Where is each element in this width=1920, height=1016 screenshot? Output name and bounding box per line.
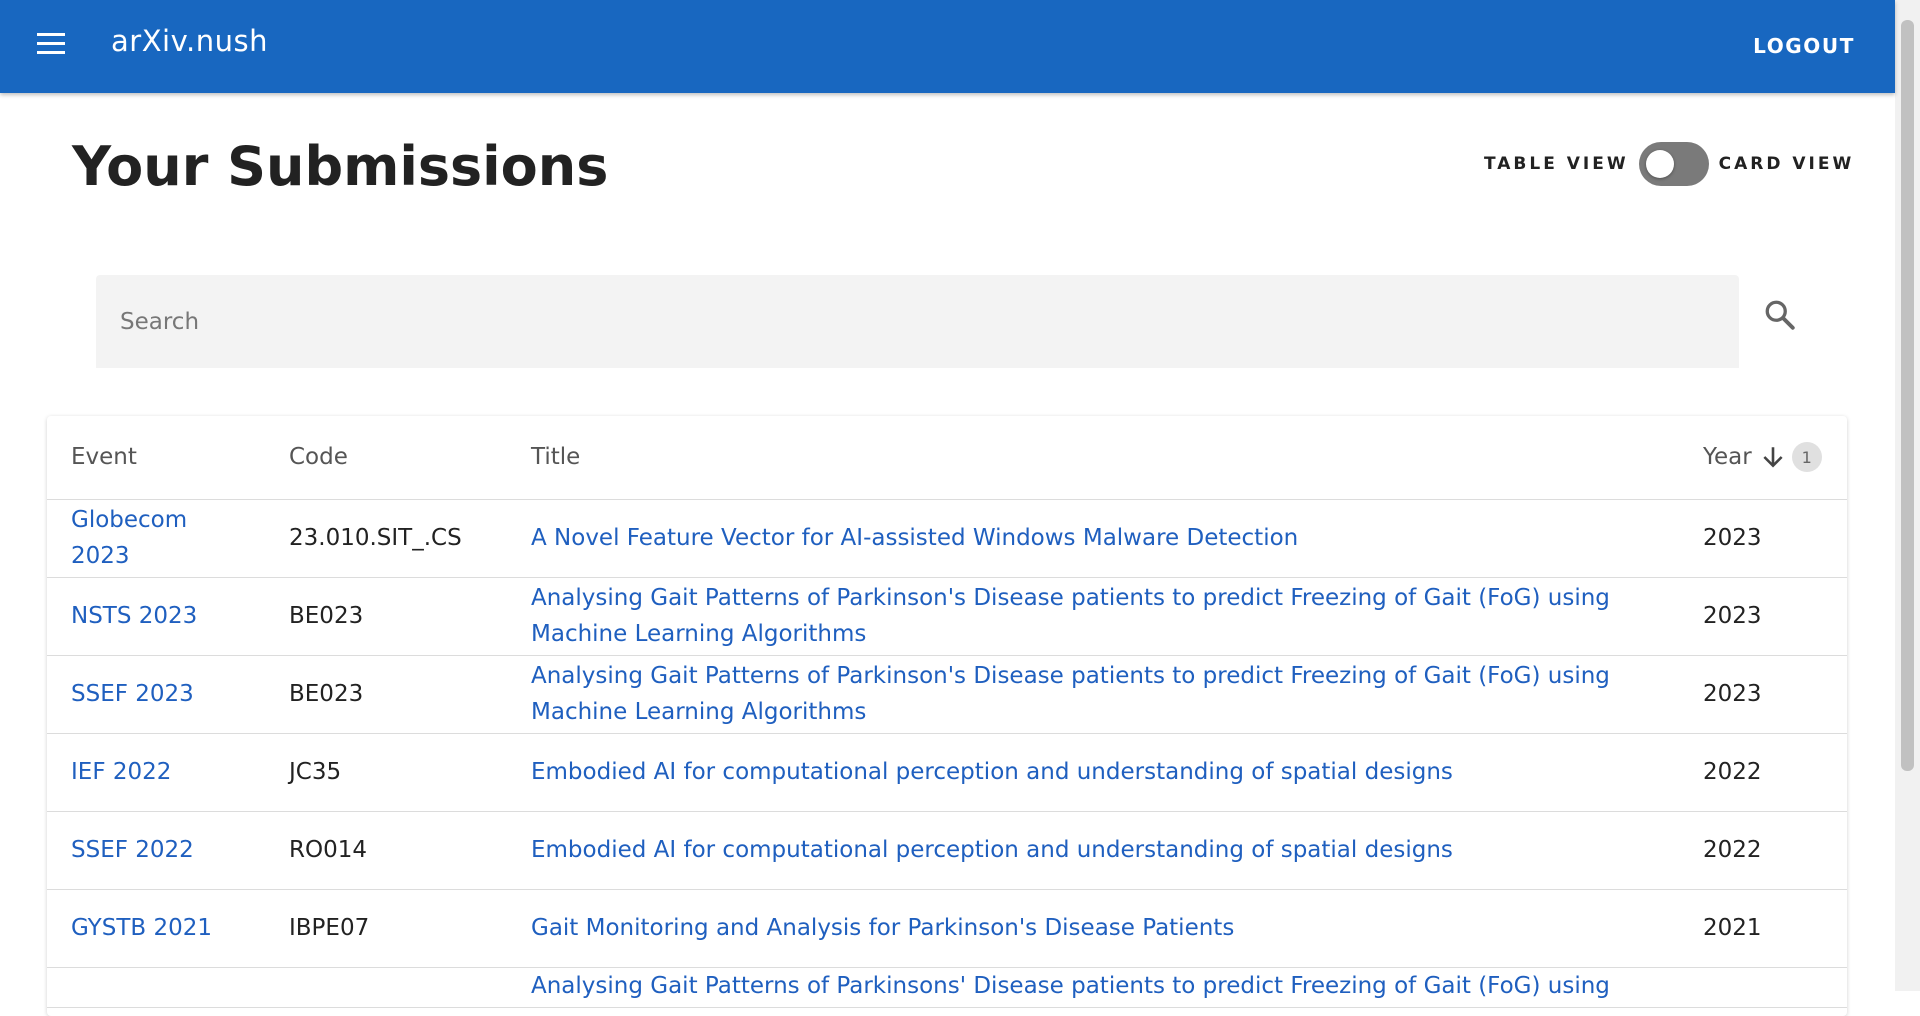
code-cell: BE023: [265, 577, 507, 656]
event-link[interactable]: GYSTB 2021: [71, 915, 212, 941]
table-row: IEF 2022 JC35 Embodied AI for computatio…: [47, 733, 1847, 812]
view-toggle: TABLE VIEW CARD VIEW: [1484, 142, 1854, 186]
title-link[interactable]: Analysing Gait Patterns of Parkinson's D…: [531, 663, 1610, 725]
view-switch[interactable]: [1638, 142, 1709, 186]
header-title[interactable]: Title: [507, 416, 1679, 500]
title-cell: Analysing Gait Patterns of Parkinson's D…: [507, 577, 1679, 656]
year-cell: 2022: [1679, 733, 1847, 812]
header-code[interactable]: Code: [265, 416, 507, 500]
table-row: SSEF 2023 BE023 Analysing Gait Patterns …: [47, 655, 1847, 734]
title-link[interactable]: A Novel Feature Vector for AI-assisted W…: [531, 525, 1298, 551]
table-view-label: TABLE VIEW: [1484, 154, 1629, 174]
event-cell: IEF 2022: [47, 733, 265, 812]
event-link[interactable]: SSEF 2023: [71, 681, 194, 707]
year-cell: 2023: [1679, 655, 1847, 734]
title-cell: Gait Monitoring and Analysis for Parkins…: [507, 889, 1679, 968]
table-row: NSTS 2023 BE023 Analysing Gait Patterns …: [47, 577, 1847, 656]
submissions-table: Event Code Title Year 1 Globecom 2023 23…: [47, 416, 1847, 1016]
app-bar: arXiv.nush LOGOUT: [0, 0, 1895, 93]
event-cell: GYSTB 2021: [47, 889, 265, 968]
search-field: [96, 275, 1739, 368]
title-link[interactable]: Gait Monitoring and Analysis for Parkins…: [531, 915, 1234, 941]
switch-thumb[interactable]: [1645, 150, 1674, 178]
event-cell: Globecom 2023: [47, 499, 265, 578]
code-cell: IBPE07: [265, 889, 507, 968]
title-link[interactable]: Analysing Gait Patterns of Parkinsons' D…: [531, 973, 1610, 999]
title-link[interactable]: Analysing Gait Patterns of Parkinson's D…: [531, 585, 1610, 647]
event-cell: NSTS 2023: [47, 577, 265, 656]
card-view-label: CARD VIEW: [1718, 154, 1855, 174]
search-icon: [1765, 300, 1795, 330]
arrow-down-icon[interactable]: [1760, 444, 1786, 470]
event-cell: SSEF 2023: [47, 655, 265, 734]
year-cell: 2023: [1679, 577, 1847, 656]
header-year[interactable]: Year 1: [1679, 416, 1847, 500]
page-scrollbar[interactable]: [1895, 0, 1920, 991]
table-row: Analysing Gait Patterns of Parkinsons' D…: [47, 967, 1847, 1008]
search-button[interactable]: [1762, 297, 1798, 333]
app-title[interactable]: arXiv.nush: [111, 24, 268, 58]
title-cell: Analysing Gait Patterns of Parkinsons' D…: [507, 967, 1679, 1008]
year-cell: 2022: [1679, 811, 1847, 890]
header-event[interactable]: Event: [47, 416, 265, 500]
event-link[interactable]: SSEF 2022: [71, 837, 194, 863]
code-cell: 23.010.SIT_.CS: [265, 499, 507, 578]
header-year-label: Year: [1703, 444, 1752, 471]
event-link[interactable]: Globecom 2023: [71, 507, 187, 569]
title-cell: Embodied AI for computational perception…: [507, 811, 1679, 890]
table-header-row: Event Code Title Year 1: [47, 416, 1847, 500]
year-cell: 2021: [1679, 889, 1847, 968]
code-cell: BE023: [265, 655, 507, 734]
code-cell: [265, 967, 507, 1008]
event-cell: SSEF 2022: [47, 811, 265, 890]
logout-button[interactable]: LOGOUT: [1753, 34, 1855, 58]
title-cell: Embodied AI for computational perception…: [507, 733, 1679, 812]
table-row: SSEF 2022 RO014 Embodied AI for computat…: [47, 811, 1847, 890]
code-cell: RO014: [265, 811, 507, 890]
title-link[interactable]: Embodied AI for computational perception…: [531, 837, 1453, 863]
page-title: Your Submissions: [72, 135, 609, 198]
title-cell: A Novel Feature Vector for AI-assisted W…: [507, 499, 1679, 578]
table-row: Globecom 2023 23.010.SIT_.CS A Novel Fea…: [47, 499, 1847, 578]
event-link[interactable]: NSTS 2023: [71, 603, 197, 629]
code-cell: JC35: [265, 733, 507, 812]
event-link[interactable]: IEF 2022: [71, 759, 171, 785]
title-link[interactable]: Embodied AI for computational perception…: [531, 759, 1453, 785]
search-input[interactable]: [120, 275, 1710, 368]
title-cell: Analysing Gait Patterns of Parkinson's D…: [507, 655, 1679, 734]
year-cell: [1679, 967, 1847, 1008]
menu-icon[interactable]: [37, 33, 65, 55]
event-cell: [47, 967, 265, 1008]
sort-order-badge: 1: [1791, 442, 1822, 473]
year-cell: 2023: [1679, 499, 1847, 578]
table-row: GYSTB 2021 IBPE07 Gait Monitoring and An…: [47, 889, 1847, 968]
scrollbar-thumb[interactable]: [1901, 20, 1914, 771]
